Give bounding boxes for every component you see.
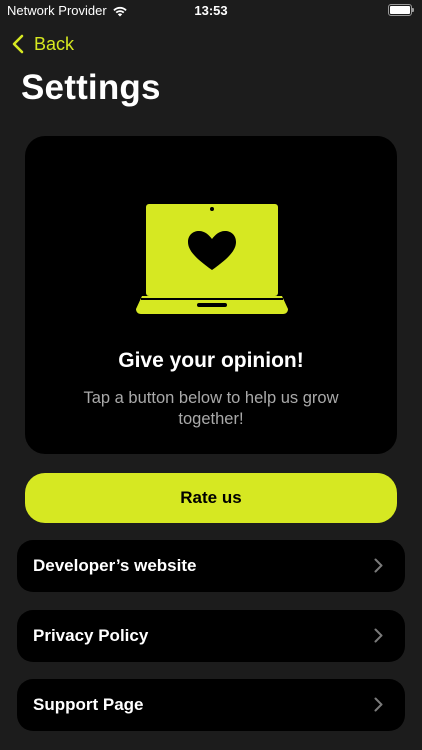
chevron-right-icon: [374, 628, 383, 643]
chevron-right-icon: [374, 558, 383, 573]
settings-screen: Network Provider 13:53 Back Settings Giv…: [0, 0, 422, 750]
battery-icon: [388, 4, 414, 16]
page-title: Settings: [21, 68, 161, 107]
privacy-policy-row[interactable]: Privacy Policy: [17, 610, 405, 662]
support-page-row[interactable]: Support Page: [17, 679, 405, 731]
back-label: Back: [34, 33, 75, 54]
developer-website-row[interactable]: Developer’s website: [17, 540, 405, 592]
card-heading: Give your opinion!: [118, 349, 304, 372]
chevron-left-icon: [12, 34, 24, 54]
privacy-policy-label: Privacy Policy: [33, 626, 149, 645]
rate-us-label: Rate us: [180, 488, 242, 507]
rate-us-button[interactable]: Rate us: [25, 473, 397, 523]
card-subtitle: Tap a button below to help us grow toget…: [83, 389, 339, 428]
chevron-right-icon: [374, 697, 383, 712]
battery-fill: [390, 6, 410, 14]
developer-website-label: Developer’s website: [33, 556, 197, 575]
opinion-card: Give your opinion! Tap a button below to…: [25, 136, 397, 454]
support-page-label: Support Page: [33, 695, 144, 714]
laptop-heart-icon: [136, 204, 288, 314]
status-bar: Network Provider 13:53: [0, 0, 422, 22]
back-button[interactable]: Back: [12, 30, 74, 58]
status-time: 13:53: [194, 3, 228, 18]
